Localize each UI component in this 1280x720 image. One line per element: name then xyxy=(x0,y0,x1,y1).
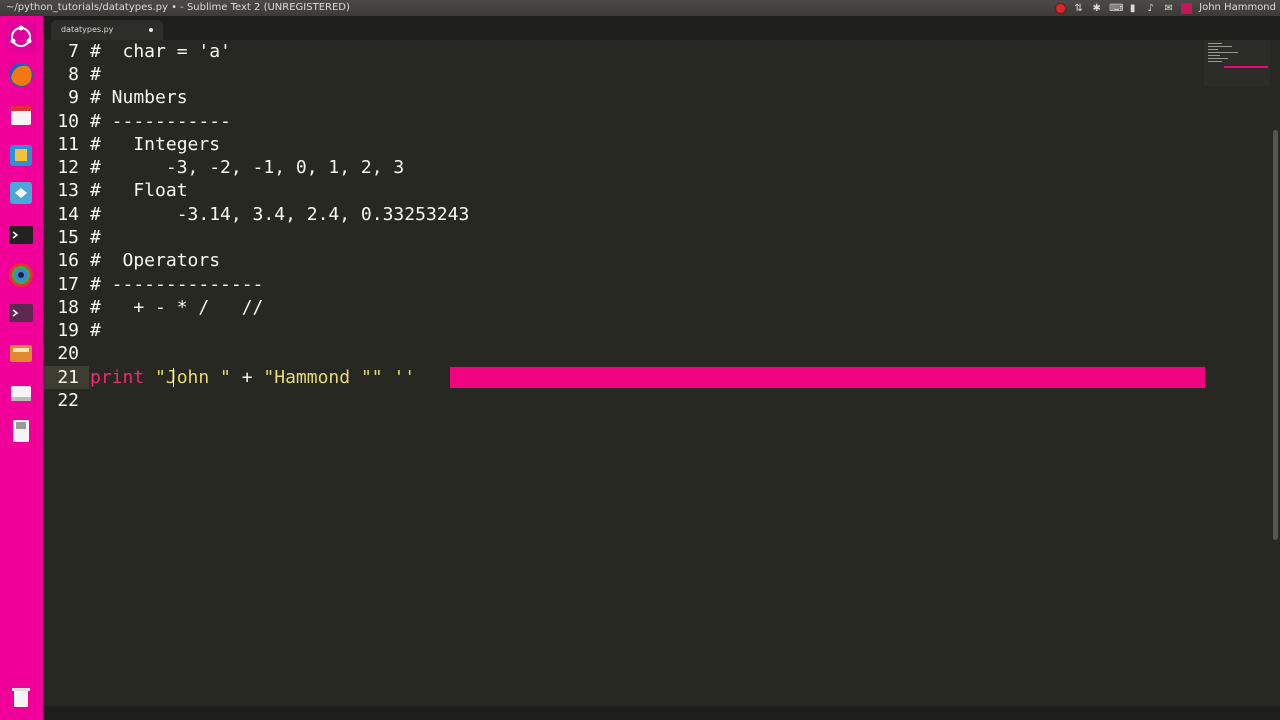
line-number: 17 xyxy=(57,274,79,295)
operator-plus: + xyxy=(230,367,264,388)
line-text: # + - * / // xyxy=(90,297,264,318)
minimap-line xyxy=(1208,61,1222,62)
code-line: 15 # xyxy=(43,226,1203,249)
user-icon[interactable] xyxy=(1181,2,1193,14)
code-line: 9 # Numbers xyxy=(43,86,1203,109)
bluetooth-icon[interactable]: ✱ xyxy=(1091,3,1102,14)
line-text: # ----------- xyxy=(90,111,231,132)
minimap-error-line xyxy=(1224,66,1268,68)
code-line: 11 # Integers xyxy=(43,133,1203,156)
line-number: 19 xyxy=(57,320,79,341)
line-text: # char = 'a' xyxy=(90,41,231,62)
line-text: # xyxy=(90,320,101,341)
launcher xyxy=(0,16,43,720)
line-text: # xyxy=(90,64,101,85)
terminal-icon[interactable] xyxy=(6,298,36,328)
dash-icon[interactable] xyxy=(6,22,36,52)
status-bar xyxy=(43,706,1280,720)
keyword-print: print xyxy=(90,367,145,388)
keyboard-icon[interactable]: ⌨ xyxy=(1109,3,1123,14)
battery-icon[interactable]: ▮ xyxy=(1127,3,1138,14)
code-line: 22 xyxy=(43,389,1203,412)
text-caret xyxy=(173,368,174,387)
line-number: 7 xyxy=(68,41,79,62)
string-empty: '' xyxy=(382,367,416,388)
code-line-current: 21 print "John " + "Hammond "" '' xyxy=(43,366,1205,389)
code-line: 19 # xyxy=(43,319,1203,342)
line-text: # Numbers xyxy=(90,87,188,108)
unsaved-dot-icon[interactable] xyxy=(149,28,153,32)
user-name[interactable]: John Hammond xyxy=(1199,0,1276,16)
minimap[interactable] xyxy=(1204,40,1270,86)
line-number: 22 xyxy=(57,390,79,411)
line-text: # -3, -2, -1, 0, 1, 2, 3 xyxy=(90,157,405,178)
network-icon[interactable]: ⇅ xyxy=(1073,3,1084,14)
line-number: 21 xyxy=(43,366,89,389)
minimap-line xyxy=(1208,46,1232,47)
line-text: # Float xyxy=(90,180,188,201)
line-number: 9 xyxy=(68,87,79,108)
string-john: "John " xyxy=(155,367,231,388)
tab-label: datatypes.py xyxy=(61,25,114,34)
record-icon[interactable] xyxy=(1055,2,1067,14)
software-center-icon[interactable] xyxy=(6,140,36,170)
volume-icon[interactable]: ♪ xyxy=(1145,3,1156,14)
line-text: # -3.14, 3.4, 2.4, 0.33253243 xyxy=(90,204,470,225)
string-hammond: "Hammond "" xyxy=(263,367,383,388)
code-editor[interactable]: 7 # char = 'a' 8 # 9 # Numbers 10 # --------… xyxy=(43,40,1205,706)
disk-icon[interactable] xyxy=(6,338,36,368)
trash-icon[interactable] xyxy=(6,682,36,712)
minimap-line xyxy=(1208,49,1218,50)
line-number: 11 xyxy=(57,134,79,155)
line-text: # xyxy=(90,227,101,248)
line-number: 14 xyxy=(57,204,79,225)
code-line: 14 # -3.14, 3.4, 2.4, 0.33253243 xyxy=(43,203,1203,226)
scrollbar-thumb[interactable] xyxy=(1273,130,1278,540)
line-number: 20 xyxy=(57,343,79,364)
line-text: # Operators xyxy=(90,250,221,271)
line-number: 8 xyxy=(68,64,79,85)
tab-bar: datatypes.py xyxy=(43,16,1280,40)
code-line: 20 xyxy=(43,342,1203,365)
code-line: 13 # Float xyxy=(43,179,1203,202)
files-icon[interactable] xyxy=(6,100,36,130)
code-line: 12 # -3, -2, -1, 0, 1, 2, 3 xyxy=(43,156,1203,179)
firefox-icon[interactable] xyxy=(6,60,36,90)
line-number: 12 xyxy=(57,157,79,178)
floppy-icon[interactable] xyxy=(6,416,36,446)
sublime-text-icon[interactable] xyxy=(6,178,36,208)
top-panel: ~/python_tutorials/datatypes.py • - Subl… xyxy=(0,0,1280,16)
vertical-scrollbar[interactable] xyxy=(1271,40,1280,706)
removable-drive-icon[interactable] xyxy=(6,378,36,408)
line-number: 10 xyxy=(57,111,79,132)
line-text: # -------------- xyxy=(90,274,264,295)
unterminated-string-highlight xyxy=(450,367,1205,388)
line-text: # Integers xyxy=(90,134,221,155)
line-number: 18 xyxy=(57,297,79,318)
line-text: print "John " + "Hammond "" '' xyxy=(90,366,415,389)
mail-icon[interactable]: ✉ xyxy=(1163,3,1174,14)
code-line: 17 # -------------- xyxy=(43,273,1203,296)
terminal-icon[interactable] xyxy=(6,220,36,250)
line-number: 13 xyxy=(57,180,79,201)
line-number: 16 xyxy=(57,250,79,271)
tab-datatypes-py[interactable]: datatypes.py xyxy=(51,20,163,40)
code-line: 8 # xyxy=(43,63,1203,86)
code-line: 16 # Operators xyxy=(43,249,1203,272)
code-line: 10 # ----------- xyxy=(43,110,1203,133)
code-line: 7 # char = 'a' xyxy=(43,40,1203,63)
minimap-line xyxy=(1208,52,1238,53)
code-line: 18 # + - * / // xyxy=(43,296,1203,319)
minimap-line xyxy=(1208,55,1220,56)
window-title: ~/python_tutorials/datatypes.py • - Subl… xyxy=(6,2,350,13)
line-number: 15 xyxy=(57,227,79,248)
minimap-line xyxy=(1208,58,1228,59)
system-tray: ⇅ ✱ ⌨ ▮ ♪ ✉ John Hammond xyxy=(1055,0,1276,16)
minimap-line xyxy=(1208,43,1222,44)
color-picker-icon[interactable] xyxy=(6,260,36,290)
